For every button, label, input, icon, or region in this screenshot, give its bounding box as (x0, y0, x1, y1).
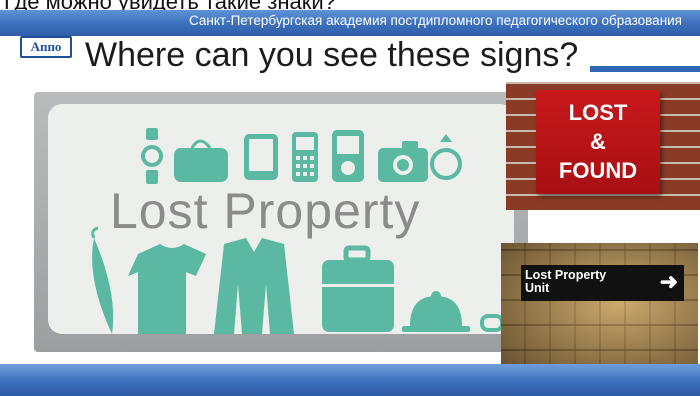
purse-icon (174, 139, 228, 182)
title-accent-bar (590, 66, 700, 72)
tablet-icon (244, 134, 278, 180)
slide-title: Where can you see these signs? (85, 36, 579, 74)
ampersand-label: & (590, 129, 606, 154)
appo-logo: Аппо (20, 36, 72, 58)
suitcase-icon (322, 245, 394, 332)
lost-label: LOST (568, 100, 628, 125)
lost-property-unit-sign: Lost Property Unit ➜ (521, 265, 684, 301)
lost-property-unit-photo: Lost Property Unit ➜ (501, 243, 698, 374)
jacket-icon (214, 238, 294, 334)
ring-icon (430, 134, 462, 180)
hat-icon (402, 291, 470, 332)
top-icons-row (141, 128, 462, 184)
arrow-right-icon: ➜ (659, 269, 678, 294)
tshirt-icon (128, 244, 206, 334)
camera-icon (378, 141, 428, 182)
footer-band (0, 364, 700, 396)
music-player-icon (332, 130, 364, 182)
umbrella-icon (91, 226, 114, 334)
lost-and-found-photo: LOST & FOUND (506, 82, 700, 210)
found-label: FOUND (558, 158, 638, 183)
unit-sign-line1: Lost Property (525, 268, 607, 282)
phone-icon (292, 132, 318, 182)
lost-and-found-sign: LOST & FOUND (536, 90, 660, 194)
watch-icon (141, 128, 163, 184)
bottom-icons-row (91, 226, 524, 334)
lost-property-board: Lost Property (48, 104, 524, 334)
unit-sign-line2: Unit (525, 281, 550, 295)
academy-name: Санкт-Петербургская академия постдипломн… (188, 13, 682, 28)
lost-property-sign-image: Lost Property (34, 92, 528, 352)
